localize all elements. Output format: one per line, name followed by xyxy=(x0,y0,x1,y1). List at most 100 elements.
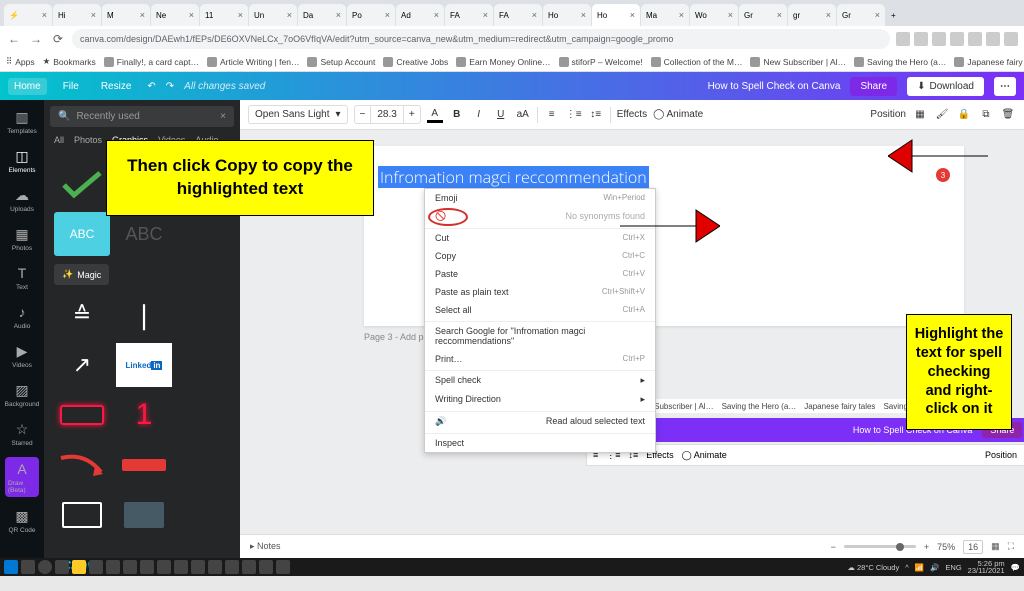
gfx-neon-rect[interactable] xyxy=(54,393,110,437)
redo-icon[interactable]: ↷ xyxy=(166,81,174,92)
clear-icon[interactable]: × xyxy=(220,111,226,122)
ext-icon[interactable] xyxy=(986,32,1000,46)
tab[interactable]: Ma × xyxy=(641,4,689,26)
tab[interactable]: Da × xyxy=(298,4,346,26)
rail-photos[interactable]: ▦Photos xyxy=(12,223,32,254)
app-icon[interactable] xyxy=(242,560,256,574)
bm-item[interactable]: ★ Bookmarks xyxy=(43,56,96,67)
lang[interactable]: ENG xyxy=(945,563,961,572)
url-field[interactable]: canva.com/design/DAEwh1/fEPs/DE6OXVNeLCx… xyxy=(72,29,890,49)
home-button[interactable]: Home xyxy=(8,78,47,95)
tray-chevron-icon[interactable]: ^ xyxy=(905,563,909,572)
app-icon[interactable] xyxy=(191,560,205,574)
underline-icon[interactable]: U xyxy=(493,107,509,123)
rail-qrcode[interactable]: ▩QR Code xyxy=(8,505,35,536)
undo-icon[interactable]: ↶ xyxy=(147,81,155,92)
gfx-arrow[interactable]: ↗ xyxy=(54,343,110,387)
gfx-linkedin[interactable]: Linkedin xyxy=(116,343,172,387)
file-button[interactable]: File xyxy=(57,78,85,95)
zoom-out[interactable]: − xyxy=(831,542,836,552)
taskview-icon[interactable] xyxy=(55,560,69,574)
bm-item[interactable]: Setup Account xyxy=(307,57,375,67)
tab[interactable]: Un × xyxy=(249,4,297,26)
bm-item[interactable]: Finally!, a card capt… xyxy=(104,57,199,67)
tab[interactable]: ⚡ × xyxy=(4,4,52,26)
tab[interactable]: Gr × xyxy=(837,4,885,26)
gfx-laptop[interactable] xyxy=(54,493,110,537)
spacing-icon[interactable]: ↕≡ xyxy=(588,107,604,123)
wifi-icon[interactable]: 📶 xyxy=(915,563,924,572)
rail-audio[interactable]: ♪Audio xyxy=(13,301,31,332)
ctx-writing-dir[interactable]: Writing Direction▸ xyxy=(425,390,655,409)
gfx-popsicle[interactable]: ❘ xyxy=(116,293,172,337)
copy-style-icon[interactable]: 🖌 xyxy=(934,107,950,123)
app-icon[interactable] xyxy=(208,560,222,574)
case-icon[interactable]: aA xyxy=(515,107,531,123)
gfx-abc-outline[interactable]: ABC xyxy=(116,212,172,256)
bm-item[interactable]: Creative Jobs xyxy=(383,57,448,67)
app-icon[interactable] xyxy=(259,560,273,574)
rail-starred[interactable]: ☆Starred xyxy=(11,418,32,449)
size-plus[interactable]: + xyxy=(404,106,420,123)
chrome-icon[interactable] xyxy=(89,560,103,574)
bm-item[interactable]: Article Writing | fen… xyxy=(207,57,300,67)
app-icon[interactable] xyxy=(140,560,154,574)
app-icon[interactable] xyxy=(276,560,290,574)
weather[interactable]: ☁ 28°C Cloudy xyxy=(847,563,899,572)
bm-item[interactable]: Collection of the M… xyxy=(651,57,743,67)
app-icon[interactable] xyxy=(123,560,137,574)
notifications-icon[interactable]: 💬 xyxy=(1011,563,1020,572)
tab-all[interactable]: All xyxy=(54,135,64,150)
ctx-search-google[interactable]: Search Google for "Infromation magci rec… xyxy=(425,321,655,350)
start-icon[interactable] xyxy=(4,560,18,574)
ctx-paste[interactable]: PasteCtrl+V xyxy=(425,265,655,283)
app-icon[interactable] xyxy=(174,560,188,574)
bm-item[interactable]: Saving the Hero (a… xyxy=(854,57,946,67)
tab[interactable]: Gr × xyxy=(739,4,787,26)
bm-item[interactable]: Japanese fairy tales xyxy=(954,57,1024,67)
gfx-check[interactable] xyxy=(54,162,110,206)
ext-icon[interactable] xyxy=(896,32,910,46)
bm-apps[interactable]: ⠿ Apps xyxy=(6,56,35,67)
ext-icon[interactable] xyxy=(914,32,928,46)
gfx-chevrons[interactable]: ≙ xyxy=(54,293,110,337)
rail-draw[interactable]: ADraw (Beta) xyxy=(5,457,39,497)
app-icon[interactable] xyxy=(106,560,120,574)
fullscreen-icon[interactable]: ⛶ xyxy=(1008,541,1014,552)
zoom-slider[interactable] xyxy=(844,545,916,548)
volume-icon[interactable]: 🔊 xyxy=(930,563,939,572)
clock[interactable]: 5:26 pm23/11/2021 xyxy=(968,560,1005,575)
lock-icon[interactable]: 🔒 xyxy=(956,107,972,123)
ext-icon[interactable] xyxy=(932,32,946,46)
gfx-brush[interactable] xyxy=(116,443,172,487)
reload-icon[interactable]: ⟳ xyxy=(50,31,66,47)
rail-text[interactable]: TText xyxy=(13,262,31,293)
rail-templates[interactable]: ▥Templates xyxy=(7,106,37,137)
ext-icon[interactable] xyxy=(950,32,964,46)
gfx-monitor[interactable] xyxy=(116,493,172,537)
ext-icon[interactable] xyxy=(1004,32,1018,46)
ctx-print[interactable]: Print…Ctrl+P xyxy=(425,350,655,368)
italic-icon[interactable]: I xyxy=(471,107,487,123)
ctx-read-aloud[interactable]: 🔊 Read aloud selected text xyxy=(425,411,655,431)
gfx-neon-1[interactable]: 1 xyxy=(116,393,172,437)
position-button[interactable]: Position xyxy=(870,109,906,120)
duplicate-icon[interactable]: ⧉ xyxy=(978,107,994,123)
ctx-inspect[interactable]: Inspect xyxy=(425,433,655,452)
tab[interactable]: Ho × xyxy=(543,4,591,26)
page-count[interactable]: 16 xyxy=(963,540,983,554)
tab[interactable]: 11 × xyxy=(200,4,248,26)
transparency-icon[interactable]: ▦ xyxy=(912,107,928,123)
download-button[interactable]: ⬇Download xyxy=(907,77,984,96)
tab[interactable]: Hi × xyxy=(53,4,101,26)
search-icon[interactable] xyxy=(21,560,35,574)
list-icon[interactable]: ⋮≡ xyxy=(566,107,582,123)
forward-icon[interactable]: → xyxy=(28,31,44,47)
size-value[interactable]: 28.3 xyxy=(370,106,403,123)
gfx-abc-card[interactable]: ABC xyxy=(54,212,110,256)
font-dropdown[interactable]: Open Sans Light ▾ xyxy=(248,105,348,124)
bold-icon[interactable]: B xyxy=(449,107,465,123)
ext-icon[interactable] xyxy=(968,32,982,46)
explorer-icon[interactable] xyxy=(72,560,86,574)
app-icon[interactable] xyxy=(157,560,171,574)
